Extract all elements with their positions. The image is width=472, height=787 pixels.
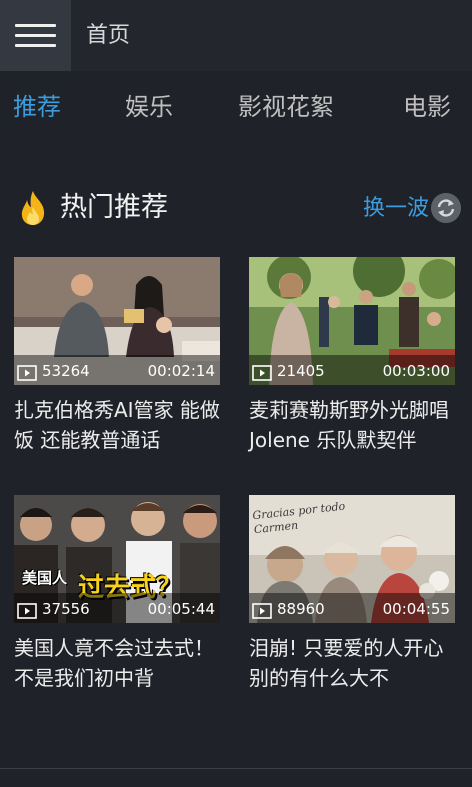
- play-icon: [252, 365, 272, 381]
- video-title[interactable]: 麦莉赛勒斯野外光脚唱Jolene 乐队默契伴: [249, 395, 461, 455]
- top-bar: 首页: [0, 0, 472, 71]
- view-count: 37556: [42, 600, 90, 618]
- hot-recommend-header: 热门推荐 换一波: [0, 185, 472, 235]
- menu-icon: [15, 24, 56, 27]
- tab-behind-the-scenes[interactable]: 影视花絮: [238, 91, 334, 123]
- video-title[interactable]: 泪崩! 只要爱的人开心 别的有什么大不: [249, 633, 461, 693]
- video-title[interactable]: 扎克伯格秀AI管家 能做饭 还能教普通话: [14, 395, 226, 455]
- tab-entertainment[interactable]: 娱乐: [125, 91, 173, 123]
- section-title: 热门推荐: [60, 192, 168, 223]
- refresh-icon[interactable]: [431, 193, 461, 223]
- thumbnail-caption: 美国人: [22, 569, 68, 587]
- fire-icon: [21, 191, 45, 225]
- tab-movies[interactable]: 电影: [403, 91, 451, 123]
- category-tabs: 推荐 娱乐 影视花絮 电影: [0, 71, 472, 143]
- hamburger-menu-button[interactable]: [0, 0, 71, 71]
- video-duration: 00:02:14: [147, 362, 215, 380]
- section-divider: [0, 768, 472, 769]
- video-duration: 00:04:55: [382, 600, 450, 618]
- tab-recommend[interactable]: 推荐: [13, 91, 61, 123]
- page-title: 首页: [86, 23, 131, 48]
- play-icon: [17, 365, 37, 381]
- video-thumbnail[interactable]: Gracias por todo Carmen 88960 00:04:55: [249, 495, 455, 623]
- video-title[interactable]: 美国人竟不会过去式！不是我们初中背: [14, 633, 226, 693]
- video-thumbnail[interactable]: 53264 00:02:14: [14, 257, 220, 385]
- video-thumbnail[interactable]: 美国人 过去式？ 37556 00:05:44: [14, 495, 220, 623]
- video-duration: 00:03:00: [382, 362, 450, 380]
- view-count: 21405: [277, 362, 325, 380]
- video-thumbnail[interactable]: 21405 00:03:00: [249, 257, 455, 385]
- play-icon: [17, 603, 37, 619]
- refresh-button[interactable]: 换一波: [363, 194, 429, 224]
- view-count: 53264: [42, 362, 90, 380]
- play-icon: [252, 603, 272, 619]
- video-duration: 00:05:44: [147, 600, 215, 618]
- view-count: 88960: [277, 600, 325, 618]
